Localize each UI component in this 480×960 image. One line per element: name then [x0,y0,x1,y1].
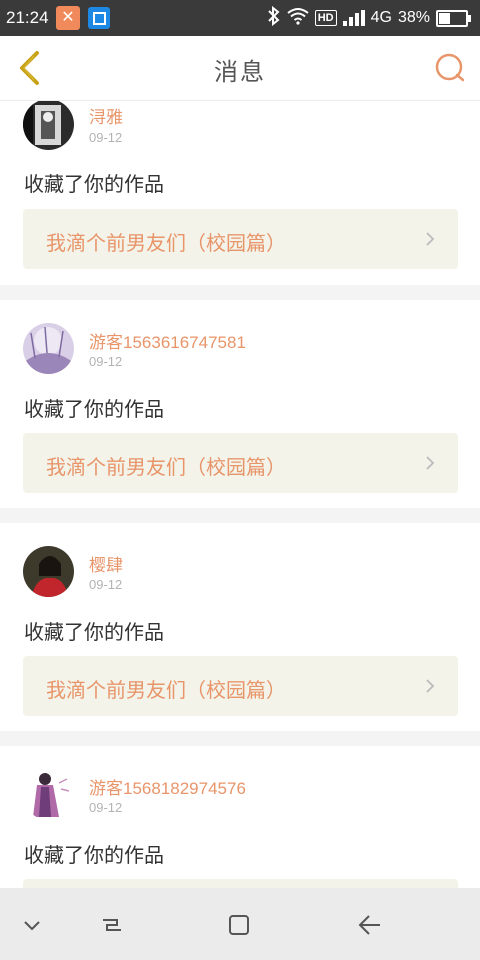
message-date: 09-12 [89,130,123,145]
message-card: 游客1568182974576 09-12 收藏了你的作品 [0,746,480,888]
chevron-right-icon [426,679,435,693]
search-icon [435,53,465,82]
avatar[interactable] [23,323,74,374]
work-title: 我滴个前男友们（校园篇） [46,455,286,479]
divider [0,731,480,746]
message-action: 收藏了你的作品 [24,397,164,421]
signal-icon [342,10,365,26]
status-bar: 21:24 ✕ HD 4G 38% [0,0,480,36]
message-date: 09-12 [89,354,123,369]
recent-apps-icon [103,919,121,931]
recent-apps-button[interactable] [95,908,129,942]
divider [0,508,480,523]
work-link[interactable] [23,879,458,888]
battery-icon [436,9,471,27]
home-icon [229,915,249,935]
chevron-right-icon [426,232,435,246]
message-card: 浔雅 09-12 收藏了你的作品 我滴个前男友们（校园篇） [0,101,480,285]
divider [0,285,480,300]
wifi-icon [287,7,309,30]
message-action: 收藏了你的作品 [24,843,164,867]
system-nav-bar [0,888,480,960]
page-title: 消息 [214,58,266,86]
status-time: 21:24 [6,8,49,27]
app-header: 消息 [0,36,480,101]
hd-badge: HD [314,10,337,26]
hide-nav-button[interactable] [15,908,49,942]
message-list[interactable]: 浔雅 09-12 收藏了你的作品 我滴个前男友们（校园篇） 游客15636167… [0,101,480,888]
work-title: 我滴个前男友们（校园篇） [46,678,286,702]
network-type: 4G [370,9,392,26]
message-card: 游客1563616747581 09-12 收藏了你的作品 我滴个前男友们（校园… [0,300,480,508]
avatar[interactable] [23,769,74,820]
chevron-right-icon [426,456,435,470]
username[interactable]: 浔雅 [89,103,123,128]
work-link[interactable]: 我滴个前男友们（校园篇） [23,209,458,269]
home-button[interactable] [222,908,256,942]
work-title: 我滴个前男友们（校园篇） [46,231,286,255]
back-arrow-icon [358,915,380,935]
username[interactable]: 游客1563616747581 [89,328,246,353]
work-link[interactable]: 我滴个前男友们（校园篇） [23,656,458,716]
bluetooth-icon [267,5,281,31]
search-button[interactable] [430,48,470,88]
message-action: 收藏了你的作品 [24,620,164,644]
battery-level-fill [439,12,450,24]
message-date: 09-12 [89,577,123,592]
message-date: 09-12 [89,800,123,815]
message-card: 樱肆 09-12 收藏了你的作品 我滴个前男友们（校园篇） [0,523,480,731]
avatar[interactable] [23,101,74,150]
username[interactable]: 樱肆 [89,551,123,576]
avatar[interactable] [23,546,74,597]
message-action: 收藏了你的作品 [24,172,164,196]
back-nav-button[interactable] [352,908,386,942]
chevron-down-icon [24,921,40,931]
work-link[interactable]: 我滴个前男友们（校园篇） [23,433,458,493]
screenshot-notification-icon [88,7,110,29]
app-notification-icon: ✕ [56,6,80,30]
username[interactable]: 游客1568182974576 [89,774,246,799]
battery-percent: 38% [397,9,430,26]
